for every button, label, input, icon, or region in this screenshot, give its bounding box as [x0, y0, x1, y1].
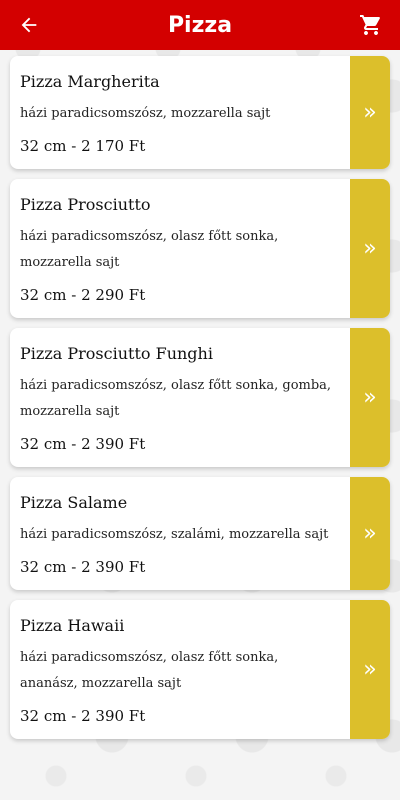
item-description: házi paradicsomszósz, szalámi, mozzarell…: [20, 527, 329, 542]
item-price: 32 cm - 2 290 Ft: [20, 286, 146, 304]
item-description: házi paradicsomszósz, olasz főtt sonka, …: [20, 229, 279, 270]
double-chevron-right-icon[interactable]: »: [350, 477, 390, 590]
item-description: házi paradicsomszósz, olasz főtt sonka, …: [20, 378, 332, 419]
back-button[interactable]: [14, 10, 44, 40]
card-body: Pizza Prosciutto Funghi házi paradicsoms…: [10, 328, 350, 467]
top-app-bar: Pizza: [0, 0, 400, 50]
menu-item-card[interactable]: Pizza Prosciutto Funghi házi paradicsoms…: [10, 328, 390, 467]
item-description: házi paradicsomszósz, olasz főtt sonka, …: [20, 650, 279, 691]
item-description: házi paradicsomszósz, mozzarella sajt: [20, 106, 271, 121]
card-body: Pizza Hawaii házi paradicsomszósz, olasz…: [10, 600, 350, 739]
double-chevron-right-icon[interactable]: »: [350, 56, 390, 169]
double-chevron-right-icon[interactable]: »: [350, 179, 390, 318]
item-name: Pizza Salame: [20, 493, 128, 512]
menu-item-card[interactable]: Pizza Hawaii házi paradicsomszósz, olasz…: [10, 600, 390, 739]
item-name: Pizza Hawaii: [20, 616, 125, 635]
item-price: 32 cm - 2 170 Ft: [20, 137, 146, 155]
cart-button[interactable]: [356, 10, 386, 40]
card-body: Pizza Margherita házi paradicsomszósz, m…: [10, 56, 350, 169]
item-price: 32 cm - 2 390 Ft: [20, 435, 146, 453]
item-price: 32 cm - 2 390 Ft: [20, 707, 146, 725]
item-price: 32 cm - 2 390 Ft: [20, 558, 146, 576]
double-chevron-right-icon[interactable]: »: [350, 328, 390, 467]
page-title: Pizza: [167, 12, 233, 38]
menu-item-card[interactable]: Pizza Salame házi paradicsomszósz, szalá…: [10, 477, 390, 590]
card-body: Pizza Prosciutto házi paradicsomszósz, o…: [10, 179, 350, 318]
shopping-cart-icon: [360, 15, 380, 35]
menu-item-card[interactable]: Pizza Prosciutto házi paradicsomszósz, o…: [10, 179, 390, 318]
pizza-list: Pizza Margherita házi paradicsomszósz, m…: [10, 56, 390, 749]
arrow-left-icon: [21, 17, 37, 33]
item-name: Pizza Prosciutto Funghi: [20, 344, 213, 363]
item-name: Pizza Margherita: [20, 72, 160, 91]
menu-item-card[interactable]: Pizza Margherita házi paradicsomszósz, m…: [10, 56, 390, 169]
double-chevron-right-icon[interactable]: »: [350, 600, 390, 739]
item-name: Pizza Prosciutto: [20, 195, 151, 214]
card-body: Pizza Salame házi paradicsomszósz, szalá…: [10, 477, 350, 590]
